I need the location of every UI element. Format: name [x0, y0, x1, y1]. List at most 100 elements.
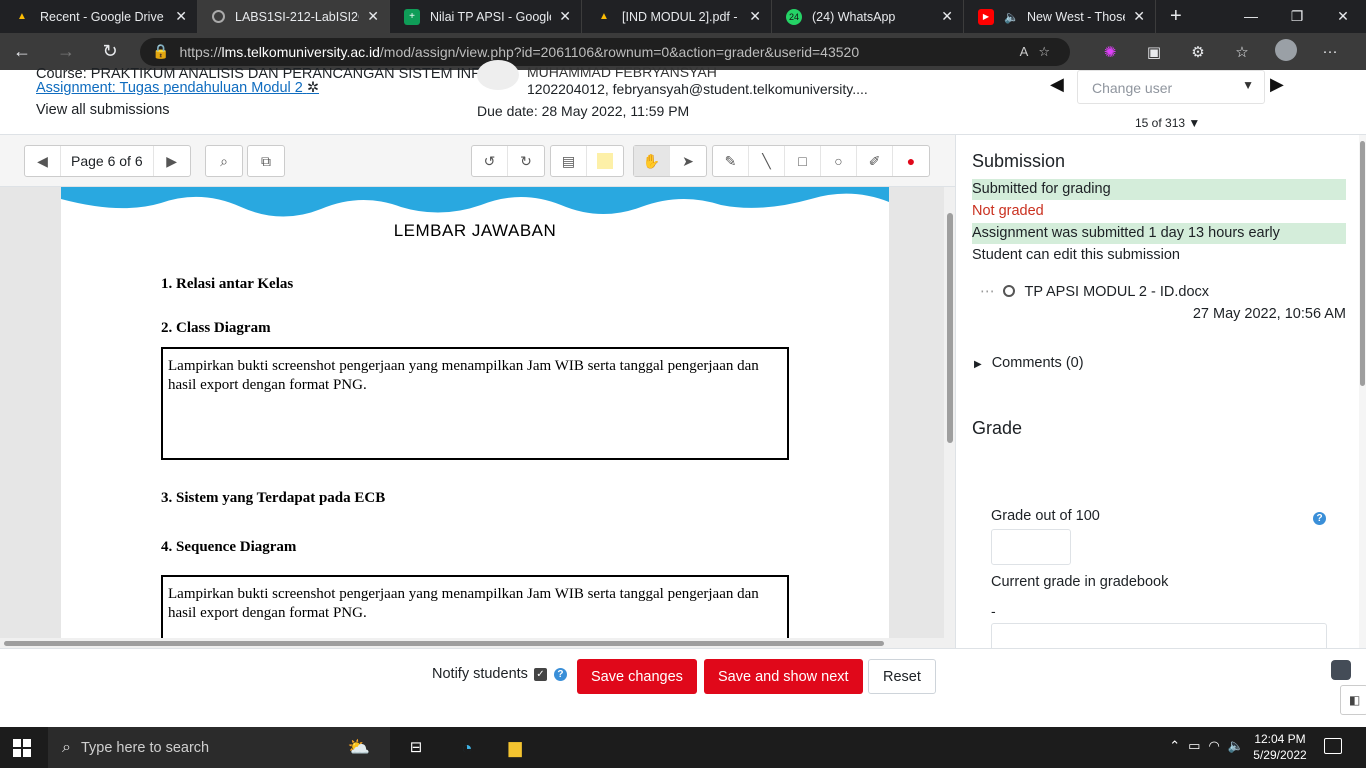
notifications-icon[interactable]: [1324, 738, 1342, 754]
windows-taskbar: ⌕ Type here to search ⛅ ⊟ ◔ ▆ ⌃▭◠🔈 12:04…: [0, 727, 1366, 768]
change-user-select[interactable]: Change user ▼: [1077, 70, 1265, 104]
select-arrow-icon[interactable]: ➤: [670, 146, 706, 176]
rotate-left-icon[interactable]: ↺: [472, 146, 508, 176]
favorites-icon[interactable]: ☆: [1220, 43, 1264, 61]
comments-toggle[interactable]: ▶ Comments (0): [974, 355, 1084, 371]
reload-icon[interactable]: ↻: [88, 41, 132, 62]
block-drawer-icon[interactable]: ◧: [1340, 685, 1366, 715]
address-bar[interactable]: 🔒 https://lms.telkomuniversity.ac.id/mod…: [140, 37, 1070, 66]
save-changes-button[interactable]: Save changes: [577, 659, 697, 694]
expand-group: ⧉: [247, 145, 285, 177]
notify-checkbox[interactable]: ✓: [533, 667, 547, 681]
taskbar-search[interactable]: ⌕ Type here to search ⛅: [48, 727, 390, 768]
system-tray-icons[interactable]: ⌃▭◠🔈: [1169, 738, 1252, 754]
close-icon[interactable]: ✕: [749, 8, 761, 25]
question-3: 3. Sistem yang Terdapat pada ECB: [161, 490, 386, 506]
user-count-text: 15 of 313: [1135, 116, 1186, 130]
panel-scrollbar[interactable]: [1359, 135, 1366, 648]
user-name[interactable]: MUHAMMAD FEBRYANSYAH: [527, 64, 717, 80]
pan-hand-icon[interactable]: ✋: [634, 146, 670, 176]
pen-icon[interactable]: ✎: [713, 146, 749, 176]
comment-color-icon[interactable]: [587, 146, 623, 176]
more-menu-icon[interactable]: ···: [1308, 43, 1352, 60]
pdf-viewer[interactable]: LEMBAR JAWABAN 1. Relasi antar Kelas 2. …: [0, 187, 955, 648]
close-icon[interactable]: ✕: [175, 8, 187, 25]
search-icon: ⌕: [62, 738, 71, 756]
help-icon[interactable]: ?: [1313, 512, 1326, 525]
previous-page-icon[interactable]: ◀: [25, 146, 61, 176]
grading-panel: Submission Submitted for grading Not gra…: [955, 135, 1366, 648]
annotation-color-icon[interactable]: ●: [893, 146, 929, 176]
close-window-icon[interactable]: ✕: [1320, 0, 1366, 33]
collections-icon[interactable]: ▣: [1132, 43, 1176, 61]
tab-whatsapp[interactable]: 24 (24) WhatsApp ✕: [772, 0, 964, 33]
close-icon[interactable]: ✕: [941, 8, 953, 25]
help-icon[interactable]: ?: [553, 667, 567, 681]
grade-input[interactable]: [991, 529, 1071, 565]
assignment-link[interactable]: Assignment: Tugas pendahuluan Modul 2 ✲: [36, 80, 319, 96]
read-aloud-favorite-icons[interactable]: A☆: [1020, 44, 1060, 60]
view-all-submissions-link[interactable]: View all submissions: [36, 102, 170, 118]
pdf-toolbar: ◀ Page 6 of 6 ▶ ⌕ ⧉ ↺ ↻ ▤ ✋ ➤ ✎ ╲ □ ○ ✐ …: [0, 135, 955, 187]
gear-icon[interactable]: ✲: [307, 80, 319, 96]
new-tab-button[interactable]: +: [1156, 0, 1196, 33]
minimize-icon[interactable]: —: [1228, 0, 1274, 33]
answer-box-1: Lampirkan bukti screenshot pengerjaan ya…: [161, 347, 789, 460]
filter-icon[interactable]: ▼: [1188, 116, 1200, 130]
forward-icon[interactable]: →: [44, 41, 88, 62]
restore-icon[interactable]: ❐: [1274, 0, 1320, 33]
url-host: lms.telkomuniversity.ac.id: [221, 43, 380, 60]
highlighter-icon[interactable]: ✐: [857, 146, 893, 176]
question-2: 2. Class Diagram: [161, 320, 271, 336]
close-icon[interactable]: ✕: [367, 8, 379, 25]
next-page-icon[interactable]: ▶: [154, 146, 190, 176]
clock-time: 12:04 PM: [1254, 732, 1306, 746]
file-name[interactable]: TP APSI MODUL 2 - ID.docx: [1025, 284, 1210, 300]
messaging-drawer-icon[interactable]: [1331, 660, 1351, 680]
extensions-area: ✺ ▣ ⚙ ☆ ···: [1088, 38, 1352, 65]
extensions-icon[interactable]: ⚙: [1176, 43, 1220, 61]
submitted-file[interactable]: ⋯ TP APSI MODUL 2 - ID.docx: [980, 284, 1209, 300]
expand-icon[interactable]: ⧉: [248, 146, 284, 176]
tab-youtube[interactable]: ▶ 🔈 New West - Those ✕: [964, 0, 1156, 33]
reset-button[interactable]: Reset: [868, 659, 936, 694]
submission-heading: Submission: [972, 151, 1066, 171]
loading-icon: [212, 10, 225, 23]
tab-pdf[interactable]: ▲ [IND MODUL 2].pdf - G ✕: [582, 0, 772, 33]
tab-google-sheets[interactable]: + Nilai TP APSI - Google S ✕: [390, 0, 582, 33]
pdf-horizontal-scrollbar[interactable]: [0, 638, 944, 648]
color-extension-icon[interactable]: ✺: [1088, 43, 1132, 61]
back-icon[interactable]: ←: [0, 41, 44, 62]
line-icon[interactable]: ╲: [749, 146, 785, 176]
tab-title: (24) WhatsApp: [812, 9, 896, 24]
rotate-right-icon[interactable]: ↻: [508, 146, 544, 176]
profile-avatar[interactable]: [1264, 38, 1308, 65]
comment-group: ▤: [550, 145, 624, 177]
page-indicator[interactable]: Page 6 of 6: [61, 146, 154, 176]
pdf-vertical-scrollbar[interactable]: [944, 187, 955, 648]
close-icon[interactable]: ✕: [559, 8, 571, 25]
taskbar-clock[interactable]: 12:04 PM 5/29/2022: [1245, 731, 1315, 763]
close-icon[interactable]: ✕: [1133, 8, 1145, 25]
windows-start-icon[interactable]: [13, 739, 31, 757]
status-submitted: Submitted for grading: [972, 179, 1346, 200]
google-sheets-icon: +: [404, 8, 420, 25]
previous-user-icon[interactable]: ◀: [1050, 74, 1064, 95]
whatsapp-icon: 24: [786, 8, 802, 25]
oval-icon[interactable]: ○: [821, 146, 857, 176]
next-user-icon[interactable]: ▶: [1270, 74, 1284, 95]
search-comments-icon[interactable]: ⌕: [206, 146, 242, 176]
tab-google-drive[interactable]: ▲ Recent - Google Drive ✕: [0, 0, 198, 33]
user-count[interactable]: 15 of 313 ▼: [1135, 116, 1200, 130]
weather-widget-icon[interactable]: ⛅: [348, 737, 370, 758]
edge-browser-icon[interactable]: ◔: [455, 736, 479, 760]
task-view-icon[interactable]: ⊟: [404, 736, 428, 760]
speaker-icon[interactable]: 🔈: [1004, 10, 1019, 24]
rectangle-icon[interactable]: □: [785, 146, 821, 176]
file-explorer-icon[interactable]: ▆: [503, 736, 527, 760]
tab-lms[interactable]: LABS1SI-212-LabISI2G3 ✕: [198, 0, 390, 33]
comment-icon[interactable]: ▤: [551, 146, 587, 176]
save-and-show-next-button[interactable]: Save and show next: [704, 659, 863, 694]
feedback-editor[interactable]: [991, 623, 1327, 648]
browser-tab-bar: ▲ Recent - Google Drive ✕ LABS1SI-212-La…: [0, 0, 1366, 33]
